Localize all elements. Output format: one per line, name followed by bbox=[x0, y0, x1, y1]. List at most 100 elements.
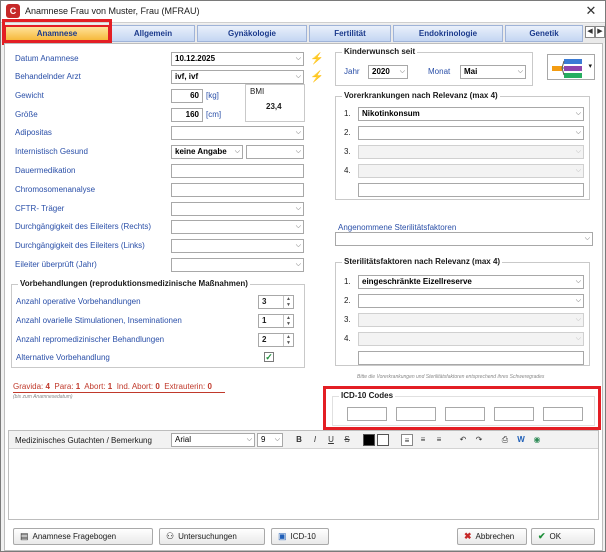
chromosomen-input[interactable] bbox=[171, 183, 304, 197]
internistisch-detail-select[interactable]: ⌵ bbox=[246, 145, 304, 159]
datum-field[interactable]: 10.12.2025 ⌵ bbox=[171, 52, 304, 66]
adipositas-select[interactable]: ⌵ bbox=[171, 126, 304, 140]
align-center-icon[interactable]: ≡ bbox=[417, 434, 429, 446]
globe-icon[interactable]: ◉ bbox=[531, 434, 543, 446]
underline-button[interactable]: U bbox=[325, 434, 337, 446]
vorerkrankung-freetext[interactable] bbox=[358, 183, 584, 197]
alternative-checkbox[interactable]: ✓ bbox=[264, 352, 274, 362]
vorerkrankung-select[interactable]: Nikotinkonsum ⌵ bbox=[358, 107, 584, 121]
sterilitaet-note: Bitte die Vorerkrankungen und Sterilität… bbox=[357, 374, 545, 380]
tab-fertilitaet[interactable]: Fertilität bbox=[309, 25, 391, 42]
icd-code-input[interactable] bbox=[445, 407, 485, 421]
fragebogen-button[interactable]: ▤ Anamnese Fragebogen bbox=[13, 528, 153, 545]
operative-label: Anzahl operative Vorbehandlungen bbox=[16, 297, 141, 306]
sterilitaet-num: 2. bbox=[344, 296, 351, 305]
chevron-down-icon: ⌵ bbox=[295, 261, 301, 268]
text-color-button[interactable] bbox=[363, 434, 375, 446]
font-value: Arial bbox=[175, 435, 192, 444]
strikethrough-button[interactable]: S bbox=[341, 434, 353, 446]
gewicht-label: Gewicht bbox=[15, 91, 44, 100]
undo-icon[interactable]: ↶ bbox=[457, 434, 469, 446]
datum-value: 10.12.2025 bbox=[175, 54, 216, 63]
tab-allgemein[interactable]: Allgemein bbox=[111, 25, 195, 42]
monat-select[interactable]: Mai ⌵ bbox=[460, 65, 526, 79]
tab-gynaekologie[interactable]: Gynäkologie bbox=[197, 25, 307, 42]
font-select[interactable]: Arial ⌵ bbox=[171, 433, 255, 447]
vorerkrankung-select[interactable]: ⌵ bbox=[358, 164, 584, 178]
clipboard-icon: ▤ bbox=[20, 531, 29, 541]
arzt-select[interactable]: ivf, ivf ⌵ bbox=[171, 70, 304, 84]
tab-next-arrow-icon[interactable]: ▶ bbox=[595, 26, 605, 38]
sterilitaet-select[interactable]: eingeschränkte Eizellreserve ⌵ bbox=[358, 275, 584, 289]
print-icon[interactable]: ⎙ bbox=[499, 434, 511, 446]
chevron-down-icon: ⌵ bbox=[399, 68, 405, 75]
icd10-button[interactable]: ▣ ICD-10 bbox=[271, 528, 329, 545]
font-size-select[interactable]: 9 ⌵ bbox=[257, 433, 283, 447]
align-right-icon[interactable]: ≡ bbox=[433, 434, 445, 446]
vorerkrankung-select[interactable]: ⌵ bbox=[358, 126, 584, 140]
monat-value: Mai bbox=[464, 67, 478, 76]
icd-code-input[interactable] bbox=[543, 407, 583, 421]
eileiter-jahr-select[interactable]: ⌵ bbox=[171, 258, 304, 272]
chevron-down-icon: ⌵ bbox=[517, 68, 523, 75]
book-icon: ▣ bbox=[278, 531, 287, 541]
gewicht-unit: [kg] bbox=[206, 91, 219, 100]
sterilitaet-select[interactable]: ⌵ bbox=[358, 294, 584, 308]
ok-button[interactable]: ✔ OK bbox=[531, 528, 595, 545]
internistisch-value: keine Angabe bbox=[175, 147, 227, 156]
operative-stepper[interactable]: 3 ▲ ▼ bbox=[258, 295, 294, 309]
bold-button[interactable]: B bbox=[293, 434, 305, 446]
eileiter-rechts-select[interactable]: ⌵ bbox=[171, 220, 304, 234]
sterilitaet-num: 3. bbox=[344, 315, 351, 324]
ok-label: OK bbox=[549, 532, 562, 541]
lightning-icon[interactable]: ⚡ bbox=[310, 53, 324, 65]
pipeline-menu-button[interactable]: ▾ bbox=[547, 54, 595, 80]
spin-arrows-icon[interactable]: ▲ ▼ bbox=[283, 334, 293, 346]
gravida-note: (bis zum Anamnesedatum) bbox=[13, 394, 73, 400]
close-icon[interactable]: ✕ bbox=[583, 3, 599, 19]
gutachten-textarea[interactable] bbox=[9, 450, 598, 519]
abbrechen-label: Abbrechen bbox=[475, 532, 515, 541]
chevron-down-icon: ⌵ bbox=[584, 235, 590, 242]
vorerkrankung-num: 3. bbox=[344, 147, 351, 156]
spin-arrows-icon[interactable]: ▲ ▼ bbox=[283, 315, 293, 327]
icd-code-input[interactable] bbox=[396, 407, 436, 421]
cftr-select[interactable]: ⌵ bbox=[171, 202, 304, 216]
gravida-line: Gravida: 4 Para: 1 Abort: 1 Ind. Abort: … bbox=[13, 382, 212, 391]
highlight-tab bbox=[2, 19, 112, 45]
spin-arrows-icon[interactable]: ▲ ▼ bbox=[283, 296, 293, 308]
sterilitaet-select[interactable]: ⌵ bbox=[358, 313, 584, 327]
ovarielle-stepper[interactable]: 1 ▲ ▼ bbox=[258, 314, 294, 328]
sterilitaet-freetext[interactable] bbox=[358, 351, 584, 365]
word-icon[interactable]: W bbox=[515, 434, 527, 446]
vorerkrankung-select[interactable]: ⌵ bbox=[358, 145, 584, 159]
redo-icon[interactable]: ↷ bbox=[473, 434, 485, 446]
repro-stepper[interactable]: 2 ▲ ▼ bbox=[258, 333, 294, 347]
tab-genetik[interactable]: Genetik bbox=[505, 25, 583, 42]
icd-code-input[interactable] bbox=[494, 407, 534, 421]
pipeline-icon bbox=[552, 59, 582, 78]
groesse-input[interactable]: 160 bbox=[171, 108, 203, 122]
angenommene-select[interactable]: ⌵ bbox=[335, 232, 593, 246]
align-left-icon[interactable]: ≡ bbox=[401, 434, 413, 446]
icd-code-input[interactable] bbox=[347, 407, 387, 421]
dauermedikation-input[interactable] bbox=[171, 164, 304, 178]
chevron-down-icon: ⌵ bbox=[575, 297, 581, 304]
eileiter-links-select[interactable]: ⌵ bbox=[171, 239, 304, 253]
untersuchungen-button[interactable]: ⚇ Untersuchungen bbox=[159, 528, 265, 545]
highlight-color-button[interactable] bbox=[377, 434, 389, 446]
tab-endokrinologie[interactable]: Endokrinologie bbox=[393, 25, 503, 42]
bmi-box: BMI 23,4 bbox=[245, 84, 305, 122]
italic-button[interactable]: I bbox=[309, 434, 321, 446]
abbrechen-button[interactable]: ✖ Abbrechen bbox=[457, 528, 527, 545]
lightning-icon[interactable]: ⚡ bbox=[310, 71, 324, 83]
gewicht-input[interactable]: 60 bbox=[171, 89, 203, 103]
bmi-label: BMI bbox=[250, 87, 265, 96]
sterilitaet-select[interactable]: ⌵ bbox=[358, 332, 584, 346]
internistisch-select[interactable]: keine Angabe ⌵ bbox=[171, 145, 243, 159]
para-label: Para: bbox=[54, 382, 74, 391]
cancel-icon: ✖ bbox=[464, 531, 472, 541]
jahr-select[interactable]: 2020 ⌵ bbox=[368, 65, 408, 79]
tab-prev-arrow-icon[interactable]: ◀ bbox=[585, 26, 595, 38]
monat-label: Monat bbox=[428, 67, 451, 76]
